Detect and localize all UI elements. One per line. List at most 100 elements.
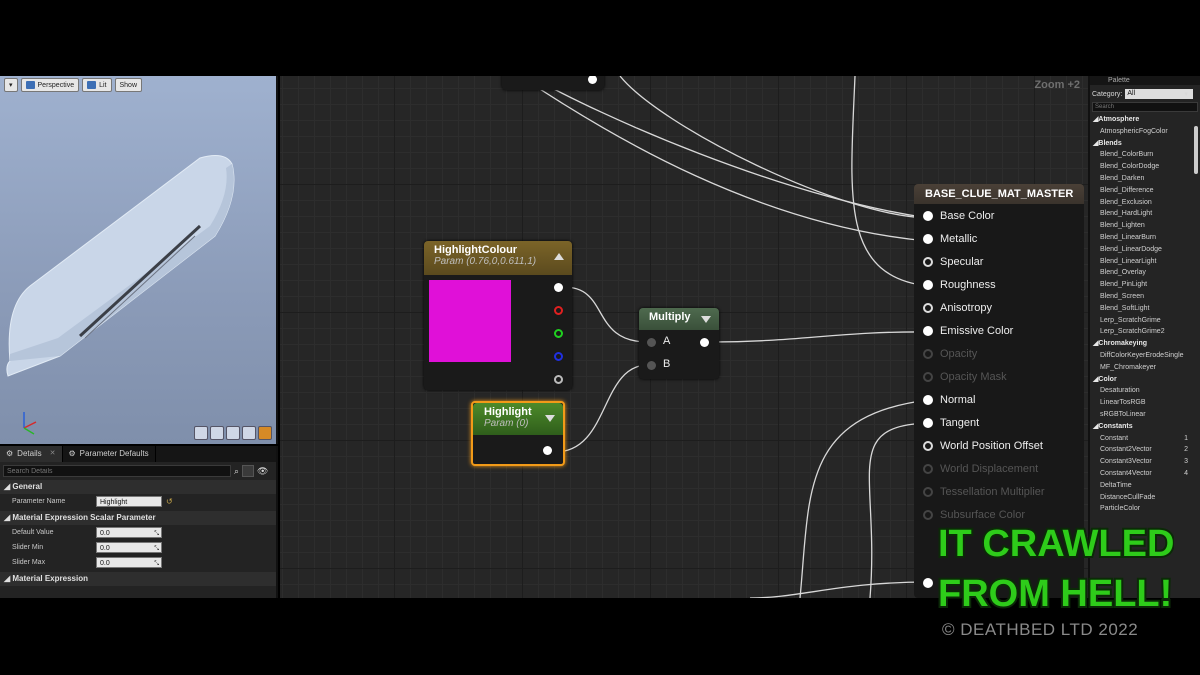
input-roughness[interactable]: Roughness — [914, 276, 996, 294]
palette-category[interactable]: ◢Atmosphere — [1090, 114, 1200, 126]
chevron-down-icon[interactable]: ▾ — [1184, 90, 1188, 98]
palette-item[interactable]: Constant4Vector 4 — [1090, 468, 1200, 480]
palette-item[interactable]: Blend_HardLight — [1090, 208, 1200, 220]
highlight-colour-node[interactable]: HighlightColour Param (0.76,0,0.611,1) — [424, 241, 572, 390]
collapse-icon[interactable] — [545, 415, 555, 422]
input-b-pin[interactable] — [647, 361, 656, 370]
input-pin[interactable] — [923, 326, 933, 336]
input-world-displacement[interactable]: World Displacement — [914, 460, 1038, 478]
palette-item[interactable]: Blend_Screen — [1090, 291, 1200, 303]
perspective-button[interactable]: Perspective — [20, 78, 80, 92]
collapse-icon[interactable] — [554, 253, 564, 260]
palette-item[interactable]: Blend_LinearDodge — [1090, 244, 1200, 256]
drag-spin-icon[interactable]: ⤡ — [154, 544, 159, 555]
eye-icon[interactable]: 👁 — [257, 466, 268, 477]
palette-item[interactable]: Blend_Overlay — [1090, 267, 1200, 279]
input-pin[interactable] — [923, 280, 933, 290]
parameter-name-field[interactable]: Highlight — [96, 496, 162, 507]
palette-item[interactable]: Lerp_ScratchGrime — [1090, 315, 1200, 327]
palette-category[interactable]: ◢Constants — [1090, 421, 1200, 433]
rgba-output-pin[interactable] — [554, 283, 563, 292]
section-general[interactable]: ◢ General — [0, 480, 276, 494]
input-pin[interactable] — [923, 487, 933, 497]
tab-palette[interactable]: Palette — [1090, 76, 1200, 85]
input-pin[interactable] — [923, 303, 933, 313]
drag-spin-icon[interactable]: ⤡ — [154, 529, 159, 540]
palette-item[interactable]: DistanceCullFade — [1090, 492, 1200, 504]
palette-item[interactable]: Blend_SoftLight — [1090, 303, 1200, 315]
palette-item[interactable]: Blend_ColorDodge — [1090, 161, 1200, 173]
palette-item[interactable]: Blend_ColorBurn — [1090, 149, 1200, 161]
preview-plane-icon[interactable] — [226, 426, 240, 440]
b-output-pin[interactable] — [554, 352, 563, 361]
palette-item[interactable]: Blend_PinLight — [1090, 279, 1200, 291]
output-pin[interactable] — [543, 446, 552, 455]
default-value-field[interactable]: 0.0 ⤡ — [96, 527, 162, 538]
input-base-color[interactable]: Base Color — [914, 207, 994, 225]
preview-viewport[interactable]: ▾ Perspective Lit Show — [0, 76, 278, 444]
palette-category[interactable]: ◢Blends — [1090, 138, 1200, 150]
input-a-pin[interactable] — [647, 338, 656, 347]
close-icon[interactable]: ✕ — [50, 446, 56, 462]
reset-icon[interactable]: ↺ — [166, 497, 173, 506]
slider-max-field[interactable]: 0.0 ⤡ — [96, 557, 162, 568]
input-pin[interactable] — [923, 578, 933, 588]
palette-item[interactable]: Constant3Vector 3 — [1090, 456, 1200, 468]
input-pin[interactable] — [923, 349, 933, 359]
palette-item[interactable]: AtmosphericFogColor — [1090, 126, 1200, 138]
show-button[interactable]: Show — [114, 78, 143, 92]
input-pin[interactable] — [923, 234, 933, 244]
input-pin[interactable] — [923, 372, 933, 382]
palette-item[interactable]: Desaturation — [1090, 385, 1200, 397]
palette-item[interactable]: MF_Chromakeyer — [1090, 362, 1200, 374]
slider-min-field[interactable]: 0.0 ⤡ — [96, 542, 162, 553]
palette-item[interactable]: Constant2Vector 2 — [1090, 444, 1200, 456]
r-output-pin[interactable] — [554, 306, 563, 315]
view-options-icon[interactable] — [242, 465, 255, 477]
palette-item[interactable]: LinearTosRGB — [1090, 397, 1200, 409]
input-emissive-color[interactable]: Emissive Color — [914, 322, 1013, 340]
palette-search-input[interactable]: Search — [1092, 102, 1198, 112]
preview-cylinder-icon[interactable] — [194, 426, 208, 440]
drag-spin-icon[interactable]: ⤡ — [154, 559, 159, 570]
palette-item[interactable]: Blend_Difference — [1090, 185, 1200, 197]
input-pin[interactable] — [923, 211, 933, 221]
palette-item[interactable]: Constant 1 — [1090, 433, 1200, 445]
palette-item[interactable]: DiffColorKeyerErodeSingle — [1090, 350, 1200, 362]
search-icon[interactable]: ⌕ — [234, 466, 239, 477]
input-pin[interactable] — [923, 418, 933, 428]
palette-scrollbar[interactable] — [1194, 126, 1198, 174]
input-pin[interactable] — [923, 257, 933, 267]
search-details-input[interactable] — [3, 465, 231, 477]
input-pin[interactable] — [923, 395, 933, 405]
tab-parameter-defaults[interactable]: ⚙ Parameter Defaults — [63, 446, 156, 462]
collapse-icon[interactable] — [701, 316, 711, 323]
category-select[interactable]: All — [1125, 89, 1194, 99]
partial-node[interactable] — [502, 76, 604, 90]
input-pin[interactable] — [923, 441, 933, 451]
multiply-output-pin[interactable] — [700, 338, 709, 347]
palette-item[interactable]: Blend_Lighten — [1090, 220, 1200, 232]
output-pin[interactable] — [588, 76, 597, 84]
a-output-pin[interactable] — [554, 375, 563, 384]
palette-item[interactable]: DeltaTime — [1090, 480, 1200, 492]
section-material-expression[interactable]: ◢ Material Expression — [0, 572, 276, 586]
input-pin[interactable] — [923, 510, 933, 520]
g-output-pin[interactable] — [554, 329, 563, 338]
input-anisotropy[interactable]: Anisotropy — [914, 299, 992, 317]
tab-details[interactable]: ⚙ Details ✕ — [0, 446, 63, 462]
input-opacity[interactable]: Opacity — [914, 345, 977, 363]
input-tessellation-multiplier[interactable]: Tessellation Multiplier — [914, 483, 1045, 501]
highlight-param-node[interactable]: Highlight Param (0) — [471, 401, 565, 466]
palette-item[interactable]: Blend_Darken — [1090, 173, 1200, 185]
preview-cube-icon[interactable] — [242, 426, 256, 440]
input-tangent[interactable]: Tangent — [914, 414, 979, 432]
input-opacity-mask[interactable]: Opacity Mask — [914, 368, 1007, 386]
preview-mesh-icon[interactable] — [258, 426, 272, 440]
palette-item[interactable]: sRGBToLinear — [1090, 409, 1200, 421]
input-world-position-offset[interactable]: World Position Offset — [914, 437, 1043, 455]
palette-category[interactable]: ◢Chromakeying — [1090, 338, 1200, 350]
multiply-node[interactable]: Multiply A B — [639, 308, 719, 379]
palette-item[interactable]: Blend_LinearBurn — [1090, 232, 1200, 244]
preview-sphere-icon[interactable] — [210, 426, 224, 440]
